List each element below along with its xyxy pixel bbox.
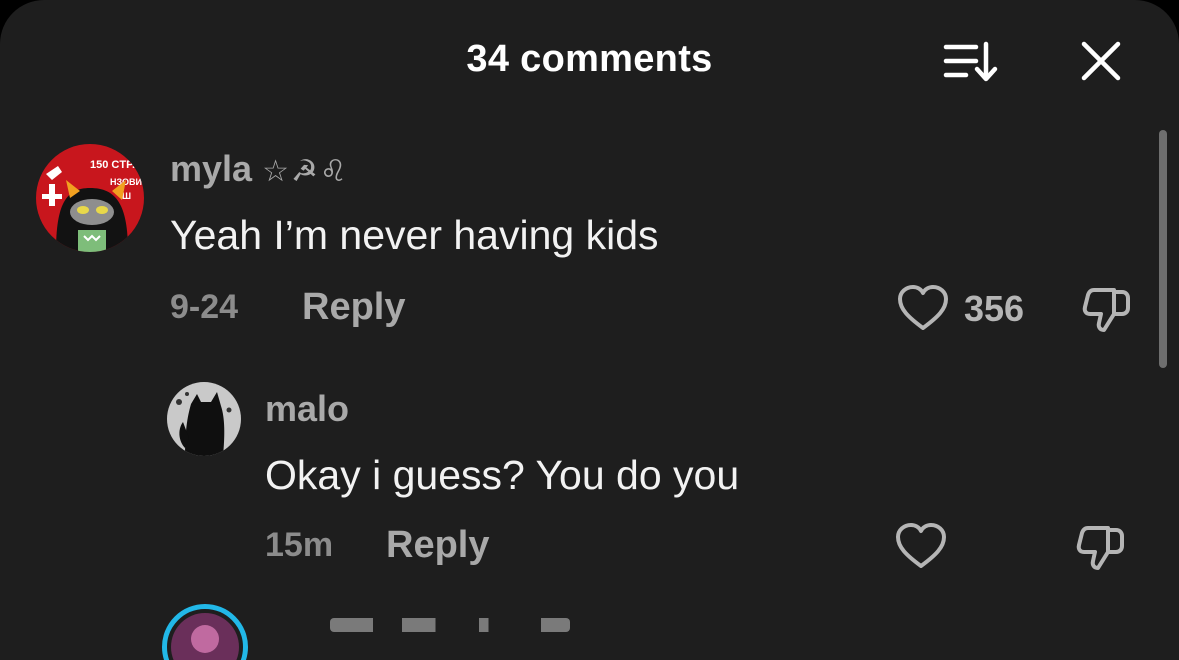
comment-text: Okay i guess? You do you (265, 452, 740, 498)
next-username-partial (330, 618, 570, 632)
sort-icon (943, 41, 998, 82)
avatar-text-line1: 150 CTP. (90, 159, 135, 171)
like-button[interactable] (896, 284, 950, 334)
thumbs-down-icon (1082, 288, 1130, 332)
avatar[interactable] (167, 382, 241, 456)
comment-timestamp: 9-24 (170, 288, 239, 326)
avatar-image (167, 382, 241, 456)
close-button[interactable] (1074, 36, 1130, 88)
avatar-image (171, 613, 239, 660)
comments-sheet: 34 comments 150 CTP. НЗОВИ Ш myla ☆☭♌︎ Y… (0, 0, 1179, 660)
comment-username[interactable]: myla ☆☭♌︎ (170, 148, 349, 190)
sort-button[interactable] (940, 36, 1000, 88)
like-count: 356 (964, 288, 1025, 329)
username-text: myla (170, 148, 253, 189)
comment-username[interactable]: malo (265, 388, 349, 430)
comment-text: Yeah I’m never having kids (170, 212, 659, 258)
reply-button[interactable]: Reply (302, 286, 405, 329)
like-button[interactable] (894, 522, 948, 572)
reply-button[interactable]: Reply (386, 524, 489, 567)
thumbs-down-icon (1076, 526, 1124, 570)
user-flair: ☆☭♌︎ (262, 155, 349, 188)
avatar[interactable]: 150 CTP. НЗОВИ Ш (36, 144, 144, 252)
heart-icon (896, 523, 946, 568)
comment-timestamp: 15m (265, 526, 334, 564)
avatar-image: 150 CTP. НЗОВИ Ш (36, 144, 144, 252)
avatar-text-line2: НЗОВИ (110, 177, 142, 187)
scrollbar[interactable] (1159, 130, 1167, 368)
heart-icon (898, 285, 948, 330)
dislike-button[interactable] (1074, 522, 1128, 574)
avatar[interactable] (162, 604, 248, 660)
comments-count-title: 34 comments (466, 38, 713, 80)
close-icon (1081, 41, 1121, 81)
dislike-button[interactable] (1080, 284, 1134, 336)
